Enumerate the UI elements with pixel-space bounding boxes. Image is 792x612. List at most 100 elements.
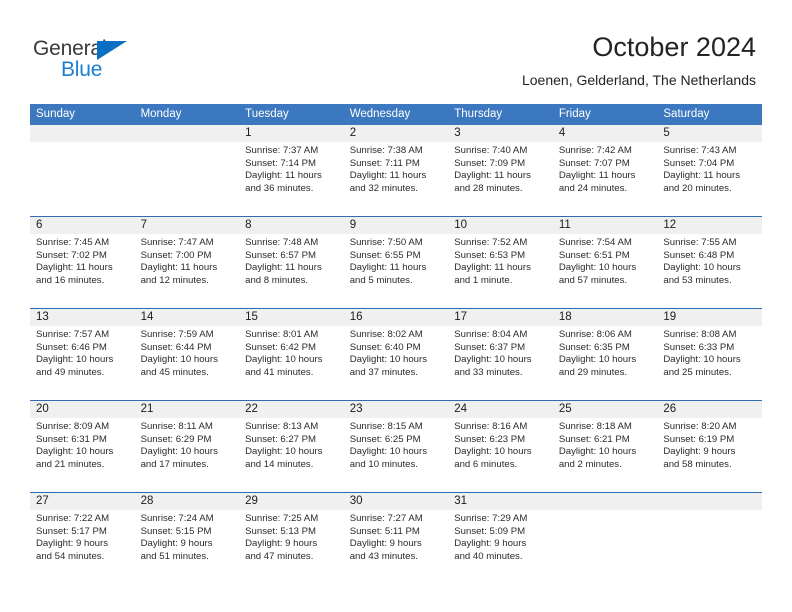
week-row: 1 Sunrise: 7:37 AM Sunset: 7:14 PM Daylight… xyxy=(30,125,762,216)
daylight-text-line1: Daylight: 10 hours xyxy=(349,446,428,458)
daylight-text-line1: Daylight: 9 hours xyxy=(454,538,527,550)
day-number: 9 xyxy=(343,217,449,234)
daylight-text-line1: Daylight: 10 hours xyxy=(140,354,218,366)
day-cell[interactable]: 12 Sunrise: 7:55 AM Sunset: 6:48 PM Dayligh… xyxy=(657,217,762,308)
week-row: 13 Sunrise: 7:57 AM Sunset: 6:46 PM Dayligh… xyxy=(30,308,762,400)
sunset-text: Sunset: 6:27 PM xyxy=(245,433,317,445)
day-cell[interactable]: 21 Sunrise: 8:11 AM Sunset: 6:29 PM Dayligh… xyxy=(134,401,240,492)
day-cell[interactable]: 9 Sunrise: 7:50 AM Sunset: 6:55 PM Daylight… xyxy=(343,217,449,308)
daylight-text-line2: and 8 minutes. xyxy=(245,274,309,286)
daylight-text-line1: Daylight: 10 hours xyxy=(245,354,323,366)
sunrise-text: Sunrise: 7:29 AM xyxy=(454,513,528,524)
daylight-text-line2: and 25 minutes. xyxy=(663,366,732,378)
day-cell[interactable]: 11 Sunrise: 7:54 AM Sunset: 6:51 PM Dayligh… xyxy=(552,217,658,308)
daylight-text-line2: and 20 minutes. xyxy=(663,182,732,194)
day-details: Sunrise: 8:11 AM Sunset: 6:29 PM Daylight:… xyxy=(135,418,240,471)
day-cell[interactable]: 10 Sunrise: 7:52 AM Sunset: 6:53 PM Dayligh… xyxy=(448,217,553,308)
daylight-text-line2: and 54 minutes. xyxy=(36,550,105,562)
sunrise-text: Sunrise: 8:04 AM xyxy=(454,329,528,340)
daylight-text-line2: and 36 minutes. xyxy=(245,182,314,194)
day-number: 20 xyxy=(30,401,135,418)
daylight-text-line2: and 2 minutes. xyxy=(558,458,622,470)
day-number: 17 xyxy=(448,309,553,326)
day-cell[interactable]: 14 Sunrise: 7:59 AM Sunset: 6:44 PM Dayligh… xyxy=(134,309,240,400)
daylight-text-line2: and 14 minutes. xyxy=(245,458,314,470)
day-cell[interactable]: 4 Sunrise: 7:42 AM Sunset: 7:07 PM Daylight… xyxy=(552,125,658,216)
sunrise-text: Sunrise: 7:52 AM xyxy=(454,237,528,248)
daylight-text-line2: and 41 minutes. xyxy=(245,366,314,378)
day-cell[interactable]: 24 Sunrise: 8:16 AM Sunset: 6:23 PM Dayligh… xyxy=(448,401,553,492)
day-details: Sunrise: 8:01 AM Sunset: 6:42 PM Daylight:… xyxy=(239,326,344,379)
day-cell[interactable]: 3 Sunrise: 7:40 AM Sunset: 7:09 PM Daylight… xyxy=(448,125,553,216)
weekday-header-monday: Monday xyxy=(140,108,182,120)
day-cell[interactable]: 29 Sunrise: 7:25 AM Sunset: 5:13 PM Dayligh… xyxy=(239,493,344,584)
daylight-text-line1: Daylight: 11 hours xyxy=(454,262,531,274)
daylight-text-line1: Daylight: 9 hours xyxy=(245,538,318,550)
weekday-header-thursday: Thursday xyxy=(454,108,503,120)
day-cell[interactable]: 19 Sunrise: 8:08 AM Sunset: 6:33 PM Dayligh… xyxy=(657,309,762,400)
day-cell[interactable]: 22 Sunrise: 8:13 AM Sunset: 6:27 PM Dayligh… xyxy=(239,401,344,492)
sunrise-text: Sunrise: 7:55 AM xyxy=(663,237,737,248)
day-cell[interactable]: 8 Sunrise: 7:48 AM Sunset: 6:57 PM Daylight… xyxy=(239,217,344,308)
daylight-text-line1: Daylight: 9 hours xyxy=(36,538,108,550)
day-cell[interactable]: 20 Sunrise: 8:09 AM Sunset: 6:31 PM Dayligh… xyxy=(30,401,135,492)
calendar-page: General Blue October 2024 Loenen, Gelder… xyxy=(0,0,792,612)
general-blue-logo[interactable]: General Blue xyxy=(33,38,153,84)
sunset-text: Sunset: 7:02 PM xyxy=(36,249,107,261)
day-details: Sunrise: 7:40 AM Sunset: 7:09 PM Daylight:… xyxy=(448,142,553,195)
sunset-text: Sunset: 7:14 PM xyxy=(245,157,317,169)
day-cell[interactable]: 25 Sunrise: 8:18 AM Sunset: 6:21 PM Dayligh… xyxy=(552,401,658,492)
sunset-text: Sunset: 6:31 PM xyxy=(36,433,107,445)
day-cell[interactable]: 15 Sunrise: 8:01 AM Sunset: 6:42 PM Dayligh… xyxy=(239,309,344,400)
day-number: 10 xyxy=(448,217,553,234)
day-details: Sunrise: 8:04 AM Sunset: 6:37 PM Daylight:… xyxy=(448,326,553,379)
day-details: Sunrise: 7:37 AM Sunset: 7:14 PM Daylight:… xyxy=(239,142,344,195)
day-cell[interactable]: 23 Sunrise: 8:15 AM Sunset: 6:25 PM Dayligh… xyxy=(343,401,449,492)
day-cell[interactable]: 18 Sunrise: 8:06 AM Sunset: 6:35 PM Dayligh… xyxy=(552,309,658,400)
daylight-text-line2: and 28 minutes. xyxy=(454,182,523,194)
sunset-text: Sunset: 6:23 PM xyxy=(454,433,526,445)
day-cell[interactable]: 26 Sunrise: 8:20 AM Sunset: 6:19 PM Dayligh… xyxy=(657,401,762,492)
day-cell[interactable]: 1 Sunrise: 7:37 AM Sunset: 7:14 PM Daylight… xyxy=(239,125,344,216)
day-cell[interactable]: 5 Sunrise: 7:43 AM Sunset: 7:04 PM Daylight… xyxy=(657,125,762,216)
daylight-text-line2: and 47 minutes. xyxy=(245,550,314,562)
day-details: Sunrise: 8:06 AM Sunset: 6:35 PM Daylight:… xyxy=(553,326,658,379)
daylight-text-line1: Daylight: 10 hours xyxy=(36,446,114,458)
day-details: Sunrise: 8:18 AM Sunset: 6:21 PM Daylight:… xyxy=(553,418,658,471)
day-number: 30 xyxy=(343,493,449,510)
daylight-text-line2: and 10 minutes. xyxy=(349,458,418,470)
day-number: 23 xyxy=(343,401,449,418)
week-row-inner: 13 Sunrise: 7:57 AM Sunset: 6:46 PM Dayligh… xyxy=(30,309,762,400)
day-cell[interactable]: 16 Sunrise: 8:02 AM Sunset: 6:40 PM Dayligh… xyxy=(343,309,449,400)
day-cell[interactable]: 28 Sunrise: 7:24 AM Sunset: 5:15 PM Dayligh… xyxy=(134,493,240,584)
day-cell[interactable]: 17 Sunrise: 8:04 AM Sunset: 6:37 PM Dayligh… xyxy=(448,309,553,400)
day-details: Sunrise: 8:16 AM Sunset: 6:23 PM Daylight:… xyxy=(448,418,553,471)
day-number: 13 xyxy=(30,309,135,326)
sunset-text: Sunset: 6:44 PM xyxy=(140,341,212,353)
weekday-header-friday: Friday xyxy=(558,108,591,120)
day-cell[interactable]: 6 Sunrise: 7:45 AM Sunset: 7:02 PM Daylight… xyxy=(30,217,135,308)
daylight-text-line1: Daylight: 10 hours xyxy=(245,446,323,458)
day-cell[interactable]: 27 Sunrise: 7:22 AM Sunset: 5:17 PM Dayligh… xyxy=(30,493,135,584)
sunrise-text: Sunrise: 8:06 AM xyxy=(558,329,632,340)
sunrise-text: Sunrise: 7:45 AM xyxy=(36,237,110,248)
day-details: Sunrise: 7:52 AM Sunset: 6:53 PM Daylight:… xyxy=(448,234,553,287)
daylight-text-line2: and 24 minutes. xyxy=(558,182,628,194)
sunset-text: Sunset: 5:11 PM xyxy=(349,525,420,537)
sunrise-text: Sunrise: 7:25 AM xyxy=(245,513,319,524)
day-cell[interactable]: 31 Sunrise: 7:29 AM Sunset: 5:09 PM Dayligh… xyxy=(448,493,553,584)
sunset-text: Sunset: 6:37 PM xyxy=(454,341,526,353)
weekday-header-wednesday: Wednesday xyxy=(349,108,411,120)
sunrise-text: Sunrise: 7:40 AM xyxy=(454,145,528,156)
day-details: Sunrise: 8:08 AM Sunset: 6:33 PM Daylight:… xyxy=(657,326,762,379)
sunset-text: Sunset: 5:17 PM xyxy=(36,525,107,537)
day-cell[interactable]: 7 Sunrise: 7:47 AM Sunset: 7:00 PM Daylight… xyxy=(134,217,240,308)
daylight-text-line1: Daylight: 10 hours xyxy=(558,446,637,458)
sunrise-text: Sunrise: 7:37 AM xyxy=(245,145,319,156)
day-cell[interactable]: 2 Sunrise: 7:38 AM Sunset: 7:11 PM Daylight… xyxy=(343,125,449,216)
day-cell[interactable]: 30 Sunrise: 7:27 AM Sunset: 5:11 PM Dayligh… xyxy=(343,493,449,584)
day-details: Sunrise: 7:24 AM Sunset: 5:15 PM Daylight:… xyxy=(135,510,240,563)
day-details: Sunrise: 7:42 AM Sunset: 7:07 PM Daylight:… xyxy=(553,142,658,195)
daylight-text-line2: and 58 minutes. xyxy=(663,458,732,470)
day-cell[interactable]: 13 Sunrise: 7:57 AM Sunset: 6:46 PM Dayligh… xyxy=(30,309,135,400)
